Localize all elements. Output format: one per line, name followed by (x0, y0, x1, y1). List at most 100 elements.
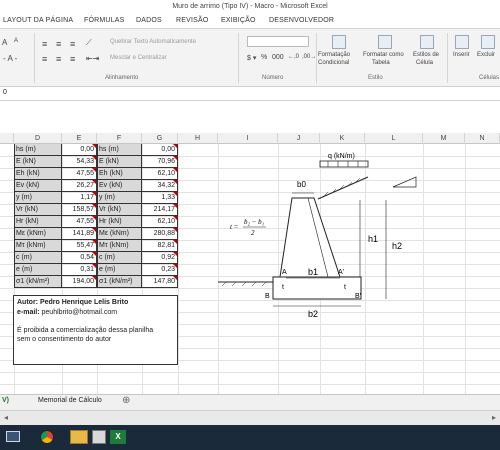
column-header-i[interactable]: I (218, 133, 278, 144)
column-header-d[interactable]: D (14, 133, 62, 144)
param-label-cell[interactable]: Hr (kN) (97, 216, 142, 228)
column-header-e[interactable]: E (62, 133, 97, 144)
value-cell[interactable]: 141,89 (62, 228, 97, 240)
param-label-cell[interactable]: E (kN) (97, 156, 142, 168)
insert-cells-button[interactable]: Inserir (453, 52, 470, 58)
param-label-cell[interactable]: E (kN) (14, 156, 62, 168)
param-label-cell[interactable]: σ1 (kN/m²) (14, 276, 62, 288)
align-center-icon[interactable]: ≡ (56, 54, 61, 64)
decimal-increase-icon[interactable]: ←,0 (288, 54, 299, 60)
delete-cells-button[interactable]: Excluir (477, 52, 495, 58)
cell-styles-label-2[interactable]: Célula (416, 60, 433, 66)
align-top-icon[interactable]: ≡ (42, 39, 47, 49)
column-header-n[interactable]: N (465, 133, 500, 144)
merge-center-button[interactable]: Mesclar e Centralizar (110, 55, 167, 61)
format-as-table-label-2[interactable]: Tabela (372, 60, 390, 66)
currency-icon[interactable]: $ ▾ (247, 54, 256, 62)
tab-review[interactable]: REVISÃO (176, 13, 209, 29)
value-cell[interactable]: 54,33 (62, 156, 97, 168)
column-header-k[interactable]: K (320, 133, 365, 144)
formula-bar[interactable]: 0 (0, 87, 500, 101)
scroll-right-icon[interactable]: ▸ (492, 413, 496, 422)
param-label-cell[interactable]: Mε (kNm) (97, 228, 142, 240)
value-cell[interactable]: 0,00 (142, 144, 178, 156)
decimal-decrease-icon[interactable]: ,00→ (302, 54, 316, 60)
explorer-icon[interactable] (70, 430, 88, 444)
value-cell[interactable]: 26,27 (62, 180, 97, 192)
value-cell[interactable]: 1,33 (142, 192, 178, 204)
param-label-cell[interactable]: Mτ (kNm) (14, 240, 62, 252)
value-cell[interactable]: 1,17 (62, 192, 97, 204)
value-cell[interactable]: 0,31 (62, 264, 97, 276)
param-label-cell[interactable]: σ1 (kN/m²) (97, 276, 142, 288)
font-grow-icon[interactable]: A (2, 38, 7, 47)
row-header-corner[interactable] (0, 133, 14, 144)
indent-icon[interactable]: ⇤⇥ (86, 54, 99, 63)
conditional-formatting-label-2[interactable]: Condicional (318, 60, 349, 66)
tab-data[interactable]: DADOS (136, 13, 162, 29)
param-label-cell[interactable]: Ev (kN) (97, 180, 142, 192)
horizontal-scrollbar[interactable]: ◂ ▸ (0, 410, 500, 425)
value-cell[interactable]: 147,80 (142, 276, 178, 288)
param-label-cell[interactable]: y (m) (97, 192, 142, 204)
value-cell[interactable]: 280,88 (142, 228, 178, 240)
param-label-cell[interactable]: Mε (kNm) (14, 228, 62, 240)
column-header-l[interactable]: L (365, 133, 423, 144)
thousands-button[interactable]: 000 (272, 54, 284, 61)
font-shrink-icon[interactable]: A (14, 38, 18, 44)
value-cell[interactable]: 47,55 (62, 168, 97, 180)
cell-styles-icon[interactable] (420, 35, 434, 49)
value-cell[interactable]: 47,55 (62, 216, 97, 228)
value-cell[interactable]: 0,92 (142, 252, 178, 264)
align-right-icon[interactable]: ≡ (70, 54, 75, 64)
param-label-cell[interactable]: Vr (kN) (97, 204, 142, 216)
files-icon[interactable] (92, 430, 106, 444)
param-label-cell[interactable]: e (m) (14, 264, 62, 276)
value-cell[interactable]: 62,10 (142, 216, 178, 228)
wrap-text-button[interactable]: Quebrar Texto Automaticamente (110, 39, 196, 45)
value-cell[interactable]: 194,00 (62, 276, 97, 288)
font-color-icon[interactable]: - A - (3, 54, 17, 63)
tab-formulas[interactable]: FÓRMULAS (84, 13, 125, 29)
tab-view[interactable]: EXIBIÇÃO (221, 13, 256, 29)
format-as-table-icon[interactable] (378, 35, 392, 49)
param-label-cell[interactable]: e (m) (97, 264, 142, 276)
formula-bar-value[interactable]: 0 (3, 89, 7, 96)
author-note[interactable]: Autor: Pedro Henrique Lelis Brito e-mail… (13, 295, 178, 365)
number-format-select[interactable] (247, 36, 309, 47)
align-left-icon[interactable]: ≡ (42, 54, 47, 64)
conditional-formatting-label-1[interactable]: Formatação (318, 52, 350, 58)
value-cell[interactable]: 70,96 (142, 156, 178, 168)
param-label-cell[interactable]: hs (m) (14, 144, 62, 156)
param-label-cell[interactable]: y (m) (14, 192, 62, 204)
param-label-cell[interactable]: c (m) (97, 252, 142, 264)
align-middle-icon[interactable]: ≡ (56, 39, 61, 49)
column-header-h[interactable]: H (178, 133, 218, 144)
value-cell[interactable]: 0,00 (62, 144, 97, 156)
conditional-formatting-icon[interactable] (332, 35, 346, 49)
chrome-icon[interactable] (40, 430, 54, 444)
tab-developer[interactable]: DESENVOLVEDOR (269, 13, 334, 29)
value-cell[interactable]: 55,47 (62, 240, 97, 252)
delete-cells-icon[interactable] (481, 35, 495, 49)
percent-button[interactable]: % (261, 54, 267, 61)
value-cell[interactable]: 0,54 (62, 252, 97, 264)
excel-icon[interactable]: X (110, 430, 126, 444)
param-label-cell[interactable]: c (m) (14, 252, 62, 264)
worksheet-grid[interactable]: hs (m) 0,00 hs (m) 0,00 E (kN) 54,33 E (kN) 70,… (0, 144, 500, 394)
value-cell[interactable]: 82,81 (142, 240, 178, 252)
param-label-cell[interactable]: Hr (kN) (14, 216, 62, 228)
param-label-cell[interactable]: Vr (kN) (14, 204, 62, 216)
value-cell[interactable]: 214,17 (142, 204, 178, 216)
screen-icon[interactable] (6, 431, 20, 442)
param-label-cell[interactable]: Ev (kN) (14, 180, 62, 192)
param-label-cell[interactable]: Mτ (kNm) (97, 240, 142, 252)
value-cell[interactable]: 62,10 (142, 168, 178, 180)
add-sheet-icon[interactable]: ⊕ (122, 395, 130, 406)
cell-styles-label-1[interactable]: Estilos de (413, 52, 439, 58)
orientation-icon[interactable]: ⟋ (86, 38, 92, 48)
column-header-m[interactable]: M (423, 133, 465, 144)
tab-page-layout[interactable]: LAYOUT DA PÁGINA (3, 13, 73, 29)
column-header-f[interactable]: F (97, 133, 142, 144)
scroll-left-icon[interactable]: ◂ (4, 413, 8, 422)
